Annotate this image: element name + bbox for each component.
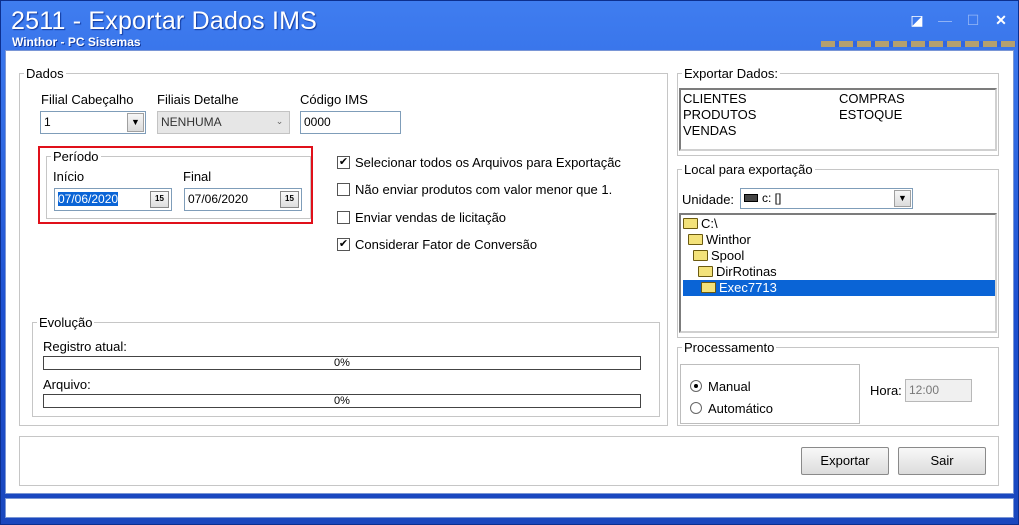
chevron-down-icon[interactable]: ▼ — [127, 113, 144, 132]
hora-value: 12:00 — [909, 383, 940, 397]
list-item[interactable]: PRODUTOS — [683, 107, 756, 122]
tree-item-winthor[interactable]: Winthor — [688, 232, 751, 248]
folder-open-icon — [701, 282, 716, 293]
dados-legend: Dados — [26, 66, 64, 81]
periodo-highlight-box — [38, 146, 313, 224]
registro-atual-progress: 0% — [43, 356, 641, 370]
window-subtitle: Winthor - PC Sistemas — [12, 35, 141, 49]
folder-open-icon — [693, 250, 708, 261]
status-bar — [5, 498, 1014, 518]
maximize-icon[interactable]: ☐ — [963, 11, 983, 29]
filiais-detalhe-select[interactable]: NENHUMA ⌄ — [157, 111, 290, 134]
radio-selected-icon[interactable] — [690, 380, 702, 392]
option-label: Selecionar todos os Arquivos para Export… — [355, 155, 621, 170]
arquivo-percent: 0% — [334, 395, 350, 407]
unidade-select[interactable]: c: [] ▼ — [740, 188, 913, 209]
arquivo-label: Arquivo: — [43, 377, 91, 392]
minimize-icon[interactable]: — — [935, 11, 955, 29]
tree-item-label: DirRotinas — [716, 264, 777, 279]
chevron-down-icon[interactable]: ⌄ — [271, 113, 288, 132]
tree-item-dirrotinas[interactable]: DirRotinas — [698, 264, 777, 280]
filial-cabecalho-label: Filial Cabeçalho — [41, 92, 134, 107]
exportar-button[interactable]: Exportar — [801, 447, 889, 475]
list-item[interactable]: ESTOQUE — [839, 107, 902, 122]
radio-manual-label: Manual — [708, 379, 751, 394]
list-item[interactable]: VENDAS — [683, 123, 736, 138]
list-item[interactable]: COMPRAS — [839, 91, 905, 106]
folder-tree[interactable]: C:\ Winthor Spool DirRotinas Exec7713 — [679, 213, 997, 333]
title-decoration — [821, 41, 1016, 47]
tree-item-label: Exec7713 — [719, 280, 777, 295]
tree-item-label: Spool — [711, 248, 745, 263]
checkbox-icon[interactable]: ✔ — [337, 156, 350, 169]
title-bar[interactable]: 2511 - Exportar Dados IMS Winthor - PC S… — [1, 1, 1018, 49]
filiais-detalhe-label: Filiais Detalhe — [157, 92, 239, 107]
codigo-ims-value: 0000 — [304, 115, 331, 129]
checkbox-icon[interactable] — [337, 211, 350, 224]
filiais-detalhe-value: NENHUMA — [161, 115, 222, 129]
unidade-label: Unidade: — [682, 192, 735, 207]
tree-item-spool[interactable]: Spool — [693, 248, 744, 264]
filial-cabecalho-value: 1 — [44, 115, 51, 129]
registro-atual-percent: 0% — [334, 357, 350, 369]
chevron-down-icon[interactable]: ▼ — [894, 190, 911, 207]
help-icon[interactable]: ◪ — [907, 11, 927, 29]
folder-open-icon — [688, 234, 703, 245]
option-label: Enviar vendas de licitação — [355, 210, 507, 225]
option-label: Considerar Fator de Conversão — [355, 237, 538, 252]
arquivo-progress: 0% — [43, 394, 641, 408]
tree-item-label: Winthor — [706, 232, 751, 247]
filial-cabecalho-select[interactable]: 1 ▼ — [40, 111, 146, 134]
client-area: Dados Filial Cabeçalho 1 ▼ Filiais Detal… — [5, 50, 1014, 494]
unidade-value: c: [] — [762, 191, 782, 205]
folder-open-icon — [698, 266, 713, 277]
list-item[interactable]: CLIENTES — [683, 91, 747, 106]
local-exportacao-legend: Local para exportação — [684, 162, 813, 177]
radio-automatico-label: Automático — [708, 401, 774, 416]
sair-button[interactable]: Sair — [898, 447, 986, 475]
exportar-dados-list[interactable]: CLIENTES COMPRAS PRODUTOS ESTOQUE VENDAS — [679, 88, 997, 151]
exportar-dados-legend: Exportar Dados: — [684, 66, 778, 81]
window-title: 2511 - Exportar Dados IMS — [11, 7, 318, 35]
option-label: Não enviar produtos com valor menor que … — [355, 182, 613, 197]
processamento-legend: Processamento — [684, 340, 775, 355]
hora-label: Hora: — [870, 383, 902, 398]
codigo-ims-label: Código IMS — [300, 92, 368, 107]
checkbox-icon[interactable] — [337, 183, 350, 196]
registro-atual-label: Registro atual: — [43, 339, 127, 354]
radio-unselected-icon[interactable] — [690, 402, 702, 414]
checkbox-icon[interactable]: ✔ — [337, 238, 350, 251]
tree-item-exec7713[interactable]: Exec7713 — [683, 280, 995, 296]
app-window: 2511 - Exportar Dados IMS Winthor - PC S… — [0, 0, 1019, 525]
hora-input[interactable]: 12:00 — [905, 379, 972, 402]
evolucao-legend: Evolução — [39, 315, 93, 330]
close-icon[interactable]: ✕ — [991, 11, 1011, 29]
folder-open-icon — [683, 218, 698, 229]
codigo-ims-input[interactable]: 0000 — [300, 111, 401, 134]
drive-icon — [744, 194, 758, 202]
tree-item-label: C:\ — [701, 216, 718, 231]
tree-item-c[interactable]: C:\ — [683, 216, 718, 232]
